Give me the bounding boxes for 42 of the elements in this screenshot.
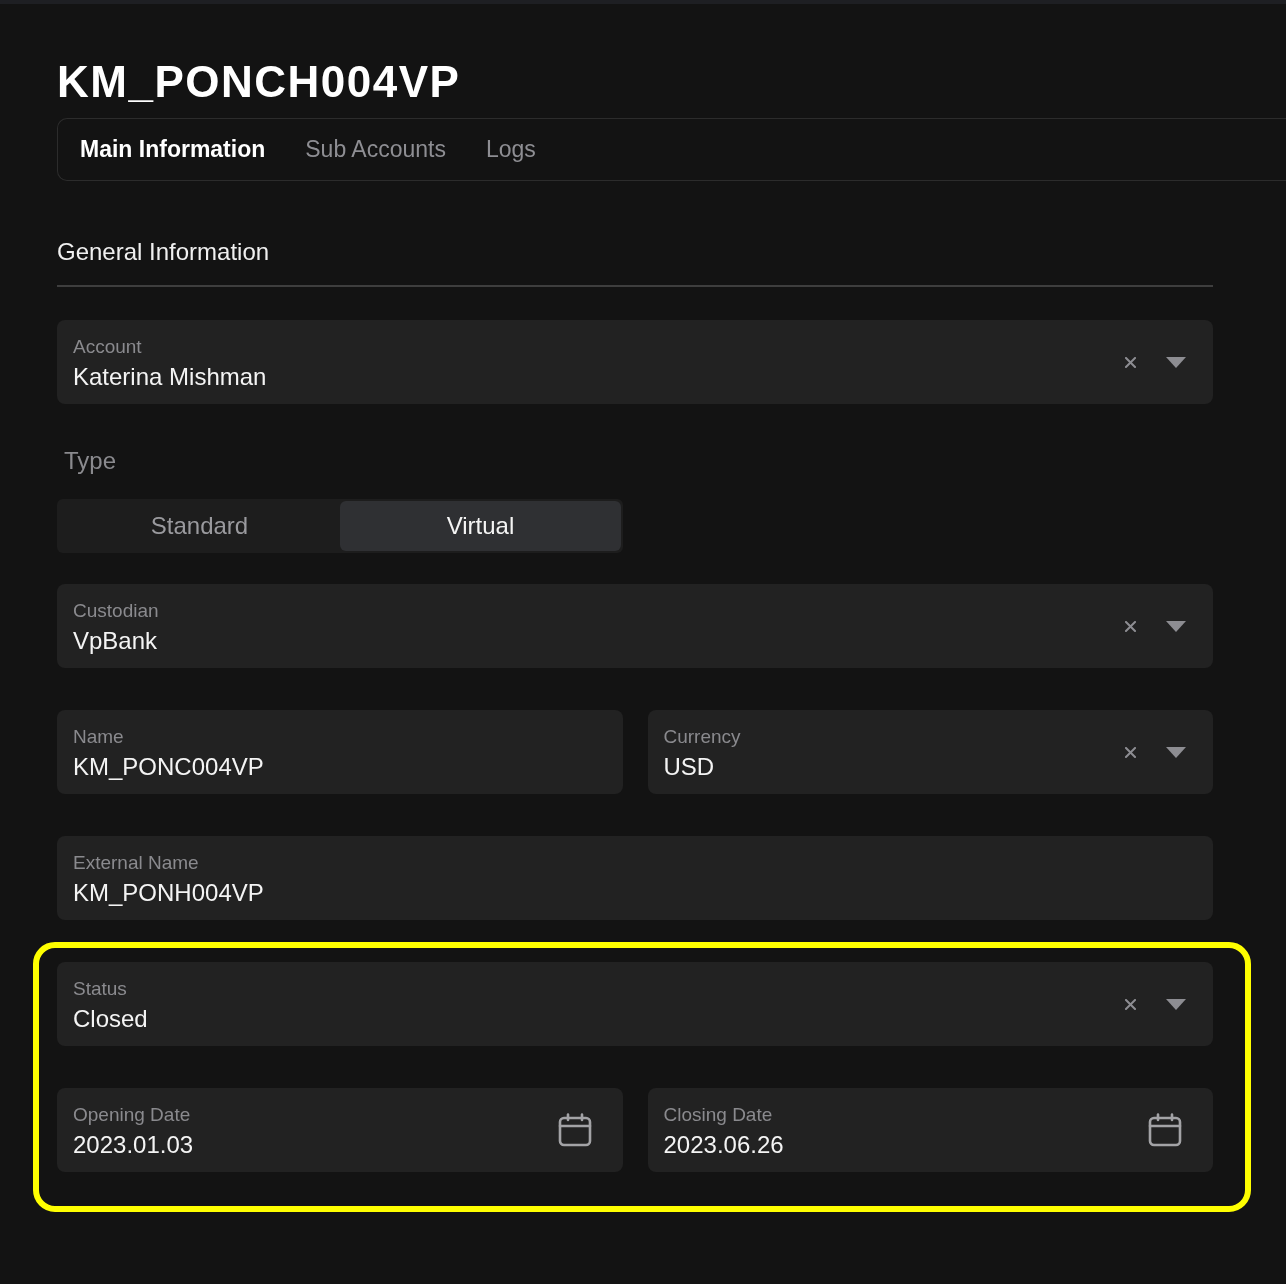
caret-icon[interactable] <box>1166 998 1186 1010</box>
tab[interactable]: Logs <box>465 132 556 167</box>
date-field[interactable]: Closing Date 2023.06.26 <box>647 1088 1213 1172</box>
tab[interactable]: Main Information <box>60 132 286 167</box>
select-field[interactable]: Status Closed <box>57 962 1213 1046</box>
field-value: 2023.01.03 <box>73 1129 194 1160</box>
field-label: Custodian <box>73 598 159 623</box>
field-label: Currency <box>663 724 741 749</box>
field-value: KM_PONC004VP <box>73 751 264 782</box>
field-label: External Name <box>73 850 199 875</box>
select-field[interactable]: Account Katerina Mishman <box>57 320 1213 404</box>
text-field[interactable]: External Name KM_PONH004VP <box>57 836 1213 920</box>
clear-icon[interactable] <box>1125 620 1136 632</box>
field-label: Closing Date <box>663 1102 773 1127</box>
field-label: Status <box>73 976 127 1001</box>
caret-icon[interactable] <box>1166 620 1186 632</box>
clear-icon[interactable] <box>1125 356 1136 368</box>
field-value: 2023.06.26 <box>663 1129 784 1160</box>
select-field[interactable]: Custodian VpBank <box>57 584 1213 668</box>
field-value: USD <box>663 751 715 782</box>
caret-icon[interactable] <box>1166 356 1186 368</box>
field-value: VpBank <box>73 625 158 656</box>
field-value: KM_PONH004VP <box>73 877 264 908</box>
field-label: Name <box>73 724 124 749</box>
caret-icon[interactable] <box>1166 746 1186 758</box>
section-title: General Information <box>57 237 270 267</box>
field-label: Opening Date <box>73 1102 191 1127</box>
page-title: KM_PONCH004VP <box>57 56 461 108</box>
text-field[interactable]: Name KM_PONC004VP <box>57 710 623 794</box>
clear-icon[interactable] <box>1125 998 1136 1010</box>
type-option[interactable]: Virtual <box>340 501 621 551</box>
clear-icon[interactable] <box>1125 746 1136 758</box>
field-value: Katerina Mishman <box>73 361 267 392</box>
calendar-icon[interactable] <box>557 1113 592 1147</box>
type-label: Type <box>64 446 117 476</box>
date-field[interactable]: Opening Date 2023.01.03 <box>57 1088 623 1172</box>
type-option[interactable]: Standard <box>59 501 340 551</box>
select-field[interactable]: Currency USD <box>647 710 1213 794</box>
calendar-icon[interactable] <box>1148 1113 1182 1147</box>
tab[interactable]: Sub Accounts <box>285 132 466 167</box>
field-label: Account <box>73 334 142 359</box>
field-value: Closed <box>73 1003 148 1034</box>
